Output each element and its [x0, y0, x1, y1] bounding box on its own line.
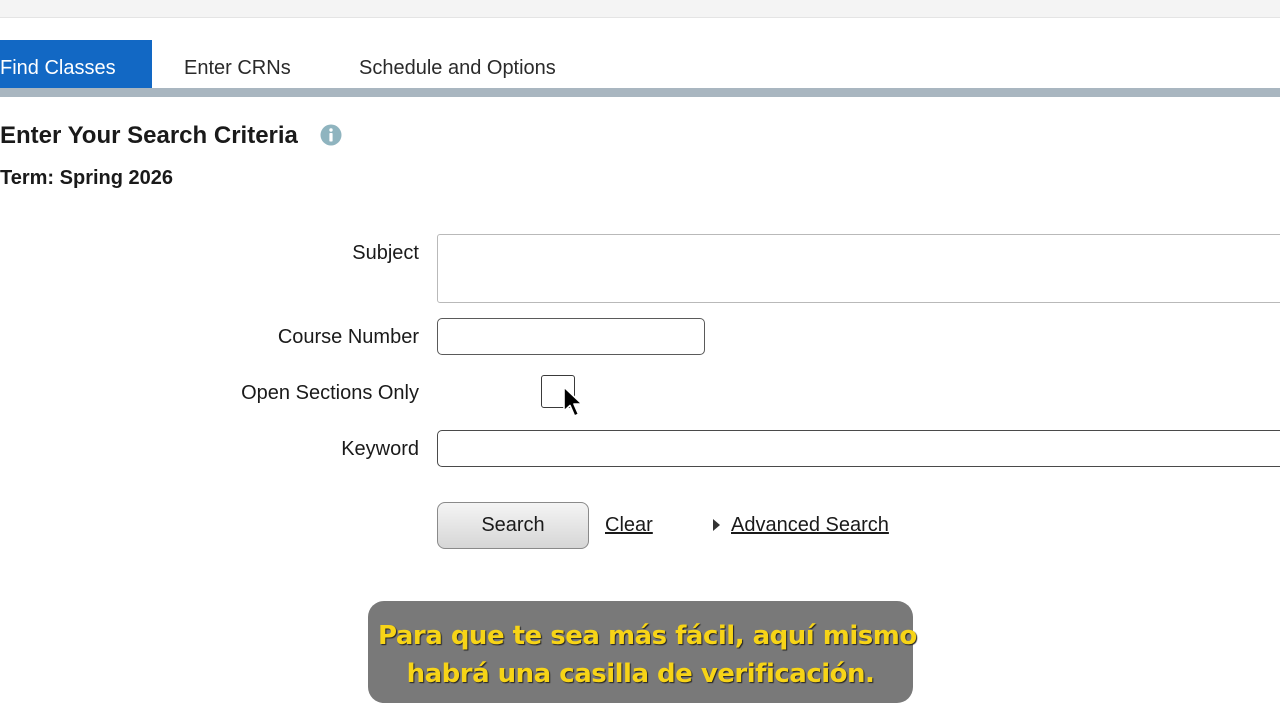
subject-label: Subject — [352, 242, 419, 264]
clear-link[interactable]: Clear — [605, 514, 653, 537]
tab-find-classes[interactable]: Find Classes — [0, 40, 152, 88]
tab-bar-underline — [0, 88, 1280, 97]
tab-enter-crns[interactable]: Enter CRNs — [184, 40, 291, 88]
subtitle-line-2: habrá una casilla de verificación. — [406, 659, 875, 689]
video-subtitle: Para que te sea más fácil, aquí mismo ha… — [368, 601, 917, 703]
info-icon[interactable] — [320, 124, 342, 146]
tab-bar: Find Classes Enter CRNs Schedule and Opt… — [0, 40, 1280, 88]
search-button[interactable]: Search — [437, 502, 589, 549]
subject-field[interactable] — [437, 234, 1280, 303]
browser-top-bar — [0, 0, 1280, 18]
mouse-pointer-icon — [563, 386, 583, 417]
course-number-input[interactable] — [437, 318, 705, 355]
keyword-label: Keyword — [341, 438, 419, 460]
course-number-label: Course Number — [277, 326, 419, 348]
subtitle-line-1: Para que te sea más fácil, aquí mismo — [378, 621, 917, 651]
page: Find Classes Enter CRNs Schedule and Opt… — [0, 0, 1280, 720]
advanced-search-link[interactable]: Advanced Search — [731, 514, 889, 537]
term-label: Term: Spring 2026 — [0, 167, 174, 189]
caret-right-icon[interactable] — [713, 519, 720, 531]
page-title: Enter Your Search Criteria — [0, 122, 298, 149]
keyword-input[interactable] — [437, 430, 1280, 467]
open-sections-label: Open Sections Only — [241, 382, 419, 404]
tab-schedule-and-options[interactable]: Schedule and Options — [359, 40, 556, 88]
